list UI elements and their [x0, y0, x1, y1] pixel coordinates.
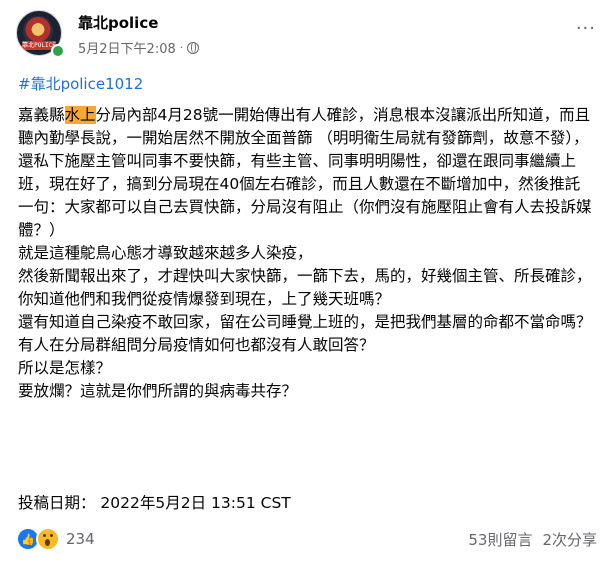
post-meta: 5月2日下午2:08 · [78, 38, 200, 57]
wow-icon [36, 527, 60, 551]
submission-date: 投稿日期： 2022年5月2日 13:51 CST [18, 494, 291, 512]
post-paragraph: 嘉義縣水上分局內部4月28號一開始傳出有人確診，消息根本沒讓派出所知道，而且聽內… [18, 104, 593, 150]
post-header: 靠北POLICE 靠北police 5月2日下午2:08 · ··· [16, 10, 596, 62]
body-text-post: 分局內部4月28號一開始傳出有人確診，消息根本沒讓派出所知道，而且聽內勤學長說，… [18, 106, 591, 147]
post-line: 還私下施壓主管叫同事不要快篩，有些主管、同事明明陽性，卻還在跟同事繼續上班，現在… [18, 152, 592, 239]
post-line: 還有知道自己染疫不敢回家，留在公司睡覺上班的，是把我們基層的命都不當命嗎？ [18, 313, 592, 331]
page-name[interactable]: 靠北police [78, 12, 158, 33]
reactions-summary[interactable]: 👍 234 [16, 527, 95, 551]
meta-separator: · [179, 41, 184, 54]
body-text-pre: 嘉義縣 [18, 106, 65, 124]
post-line: 所以是怎樣？ [18, 359, 112, 377]
post-line: 有人在分局群組問分局疫情如何也都沒有人敢回答？ [18, 336, 375, 354]
online-status-dot [51, 44, 65, 58]
post-timestamp[interactable]: 5月2日下午2:08 [78, 38, 176, 57]
post-line: 要放爛？這就是你們所謂的與病毒共存？ [18, 382, 298, 400]
post-body: 嘉義縣水上分局內部4月28號一開始傳出有人確診，消息根本沒讓派出所知道，而且聽內… [18, 104, 593, 403]
shares-count-link[interactable]: 2次分享 [542, 529, 597, 550]
hashtag-link[interactable]: #靠北police1012 [18, 73, 143, 94]
reaction-count: 234 [66, 530, 95, 548]
post-line: 然後新聞報出來了，才趕快叫大家快篩，一篩下去，馬的，好幾個主管、所長確診，你知道… [18, 267, 592, 308]
more-options-icon[interactable]: ··· [576, 18, 596, 39]
engagement-stats: 53則留言 2次分享 [468, 529, 597, 550]
post-line: 就是這種鴕鳥心態才導致越來越多人染疫， [18, 244, 313, 262]
globe-icon [187, 41, 200, 54]
highlighted-text: 水上 [64, 106, 96, 124]
comments-count-link[interactable]: 53則留言 [468, 529, 532, 550]
